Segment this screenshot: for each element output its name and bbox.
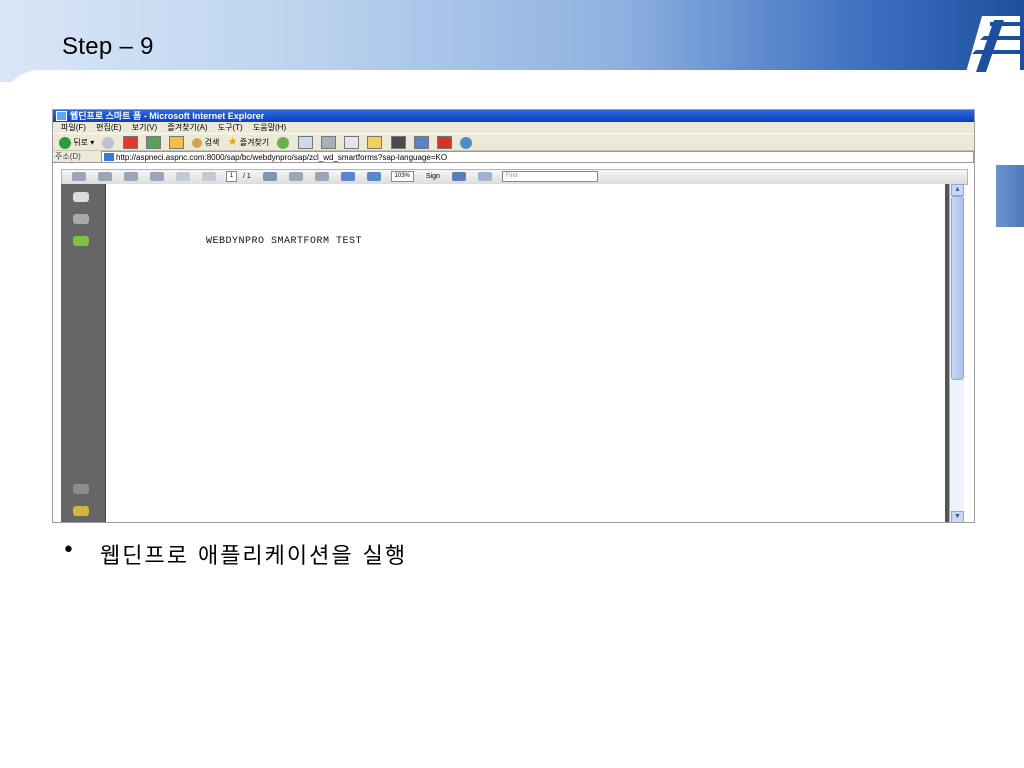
- history-icon[interactable]: [277, 136, 290, 149]
- zoom-select[interactable]: 103%: [390, 170, 414, 182]
- pdf-page: WEBDYNPRO SMARTFORM TEST: [105, 184, 946, 522]
- search-label: 검색: [204, 138, 220, 148]
- zoom-tool-icon[interactable]: [314, 171, 329, 181]
- zoom-out-icon[interactable]: [340, 171, 355, 181]
- zoom-in-icon[interactable]: [366, 171, 381, 181]
- research-icon[interactable]: [413, 136, 429, 150]
- pdf-collaborate-icon[interactable]: [149, 171, 164, 181]
- favorites-label: 즐겨찾기: [239, 138, 270, 148]
- tool-icon[interactable]: [437, 136, 453, 150]
- menu-help[interactable]: 도움말(H): [253, 123, 286, 132]
- scroll-thumb[interactable]: [951, 196, 964, 380]
- attachments-icon[interactable]: [73, 484, 89, 494]
- menu-favorites[interactable]: 즐겨찾기(A): [167, 123, 207, 132]
- pdf-email-icon[interactable]: [123, 171, 138, 181]
- back-label: 뒤로: [73, 138, 88, 148]
- hand-tool-icon[interactable]: [288, 171, 303, 181]
- page-icon: [104, 153, 114, 161]
- pdf-print-icon[interactable]: [72, 171, 86, 181]
- back-arrow-icon: [59, 137, 71, 150]
- pdf-save-icon[interactable]: [97, 171, 112, 181]
- star-icon: ★: [227, 136, 238, 149]
- window-title-bar: 웹딘프로 스마트 폼 - Microsoft Internet Explorer: [53, 110, 974, 122]
- bookmarks-icon[interactable]: [73, 214, 89, 224]
- page-total: / 1: [243, 173, 251, 180]
- slide-title: Step – 9: [62, 33, 154, 60]
- pdf-viewer: 1 / 1 103% Sign Find WEBDYNPRO SMARTFORM…: [53, 162, 974, 522]
- vertical-scrollbar[interactable]: ▲ ▼: [949, 184, 964, 522]
- fit-page-icon[interactable]: [477, 171, 492, 181]
- stop-icon[interactable]: [122, 136, 138, 150]
- bullet-marker: •: [62, 538, 75, 563]
- bullet-text: 웹딘프로 애플리케이션을 실행: [100, 544, 408, 569]
- find-input[interactable]: Find: [501, 170, 598, 182]
- pages-panel-icon[interactable]: [73, 192, 89, 202]
- mail-icon[interactable]: [297, 136, 313, 150]
- links-icon[interactable]: [460, 136, 473, 149]
- home-icon[interactable]: [169, 136, 185, 150]
- refresh-icon[interactable]: [145, 136, 161, 150]
- help-icon[interactable]: [73, 236, 89, 246]
- browser-toolbar: 뒤로 ▾ 검색 ★ 즐겨찾기: [53, 133, 974, 151]
- pdf-toolbar: 1 / 1 103% Sign Find: [61, 169, 968, 185]
- scroll-down-icon[interactable]: ▼: [951, 511, 964, 522]
- forward-arrow-icon[interactable]: [102, 136, 115, 149]
- signatures-icon[interactable]: [73, 506, 89, 516]
- document-text: WEBDYNPRO SMARTFORM TEST: [206, 236, 363, 247]
- pdf-navigation-pane: [61, 184, 105, 522]
- page-number-input[interactable]: 1: [225, 170, 238, 182]
- ie-icon: [56, 111, 67, 121]
- select-tool-icon[interactable]: [262, 171, 277, 181]
- pdf-next-page-icon[interactable]: [201, 171, 216, 181]
- print-icon[interactable]: [320, 136, 336, 150]
- favorites-button[interactable]: ★ 즐겨찾기: [228, 134, 270, 151]
- search-button[interactable]: 검색: [192, 134, 219, 151]
- address-bar: 주소(D) http://aspneci.aspnc.com:8000/sap/…: [53, 150, 974, 163]
- messenger-icon[interactable]: [390, 136, 406, 150]
- menu-bar: 파일(F) 편집(E) 보기(V) 즐겨찾기(A) 도구(T) 도움말(H): [53, 122, 974, 133]
- sign-button[interactable]: Sign: [426, 173, 440, 180]
- company-logo: [966, 16, 1020, 72]
- search-icon: [192, 138, 203, 149]
- single-page-icon[interactable]: [451, 171, 466, 181]
- side-tab: [996, 165, 1024, 227]
- back-button[interactable]: 뒤로 ▾: [59, 134, 94, 151]
- window-title: 웹딘프로 스마트 폼 - Microsoft Internet Explorer: [70, 111, 265, 121]
- menu-file[interactable]: 파일(F): [61, 123, 86, 132]
- pdf-prev-page-icon[interactable]: [175, 171, 190, 181]
- menu-edit[interactable]: 편집(E): [96, 123, 121, 132]
- folder-icon[interactable]: [367, 136, 383, 150]
- address-url: http://aspneci.aspnc.com:8000/sap/bc/web…: [116, 153, 448, 162]
- address-label: 주소(D): [55, 152, 81, 161]
- scroll-up-icon[interactable]: ▲: [951, 184, 964, 196]
- browser-screenshot: 웹딘프로 스마트 폼 - Microsoft Internet Explorer…: [52, 109, 975, 523]
- menu-view[interactable]: 보기(V): [132, 123, 157, 132]
- edit-icon[interactable]: [344, 136, 360, 150]
- menu-tools[interactable]: 도구(T): [218, 123, 243, 132]
